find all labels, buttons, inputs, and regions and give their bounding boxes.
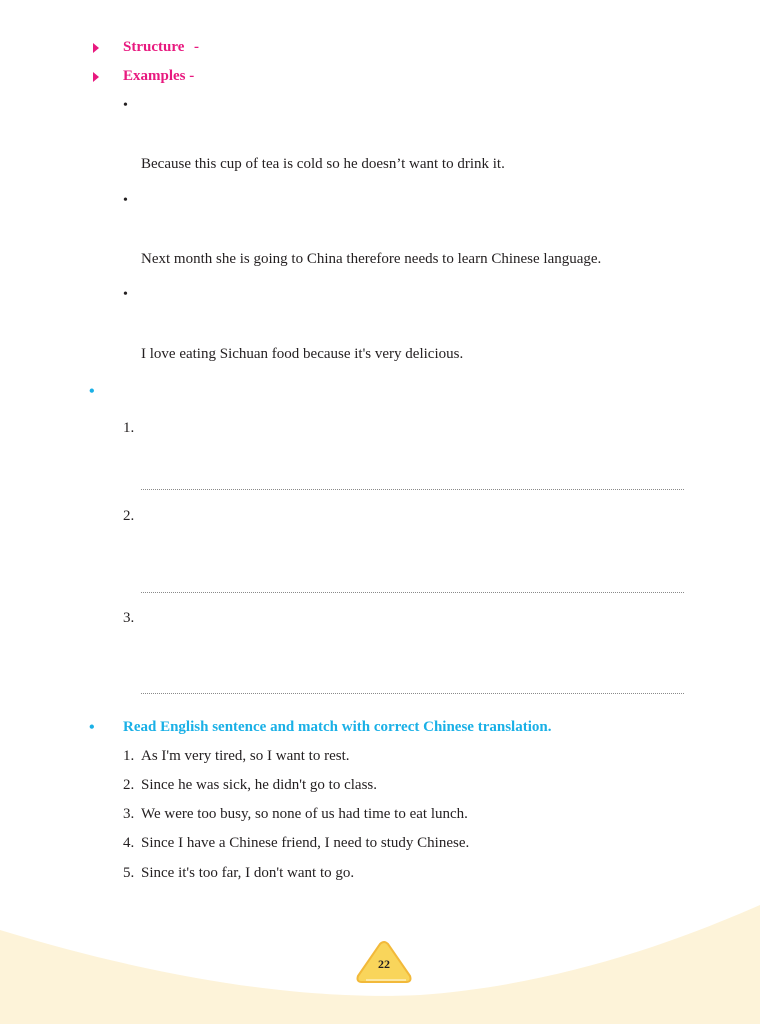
match-item-1-number: 1. [123, 748, 135, 764]
bullet-arrow-icon [93, 43, 99, 53]
exercise-2-number: 2. [123, 508, 135, 524]
exercise-1-number: 1. [123, 420, 135, 436]
answer-line [141, 592, 684, 593]
section-bullet-dot: • [89, 719, 95, 736]
structure-label: Structure [123, 39, 185, 55]
match-heading: Read English sentence and match with cor… [123, 719, 552, 735]
section-bullet-dot: • [89, 383, 95, 400]
match-item-4-text: Since I have a Chinese friend, I need to… [141, 835, 470, 851]
match-item-3-number: 3. [123, 806, 135, 822]
match-item-3-text: We were too busy, so none of us had time… [141, 806, 468, 822]
match-item-2-text: Since he was sick, he didn't go to class… [141, 777, 377, 793]
answer-line [141, 489, 684, 490]
example-1-english: Because this cup of tea is cold so he do… [141, 156, 505, 172]
exercise-3-number: 3. [123, 610, 135, 626]
bullet-arrow-icon [93, 72, 99, 82]
match-item-5-number: 5. [123, 865, 135, 881]
page-number: 22 [378, 957, 390, 971]
structure-dash: - [194, 39, 199, 55]
match-item-5-text: Since it's too far, I don't want to go. [141, 865, 355, 881]
match-item-2-number: 2. [123, 777, 135, 793]
examples-label: Examples - [123, 68, 195, 84]
match-item-4-number: 4. [123, 835, 135, 851]
answer-line [141, 693, 684, 694]
example-3-english: I love eating Sichuan food because it's … [141, 346, 464, 362]
example-2-english: Next month she is going to China therefo… [141, 251, 602, 267]
page-number-badge: 22 [356, 940, 412, 986]
bullet-dot: • [123, 193, 128, 208]
bullet-dot: • [123, 98, 128, 113]
match-item-1-text: As I'm very tired, so I want to rest. [141, 748, 350, 764]
bullet-dot: • [123, 287, 128, 302]
